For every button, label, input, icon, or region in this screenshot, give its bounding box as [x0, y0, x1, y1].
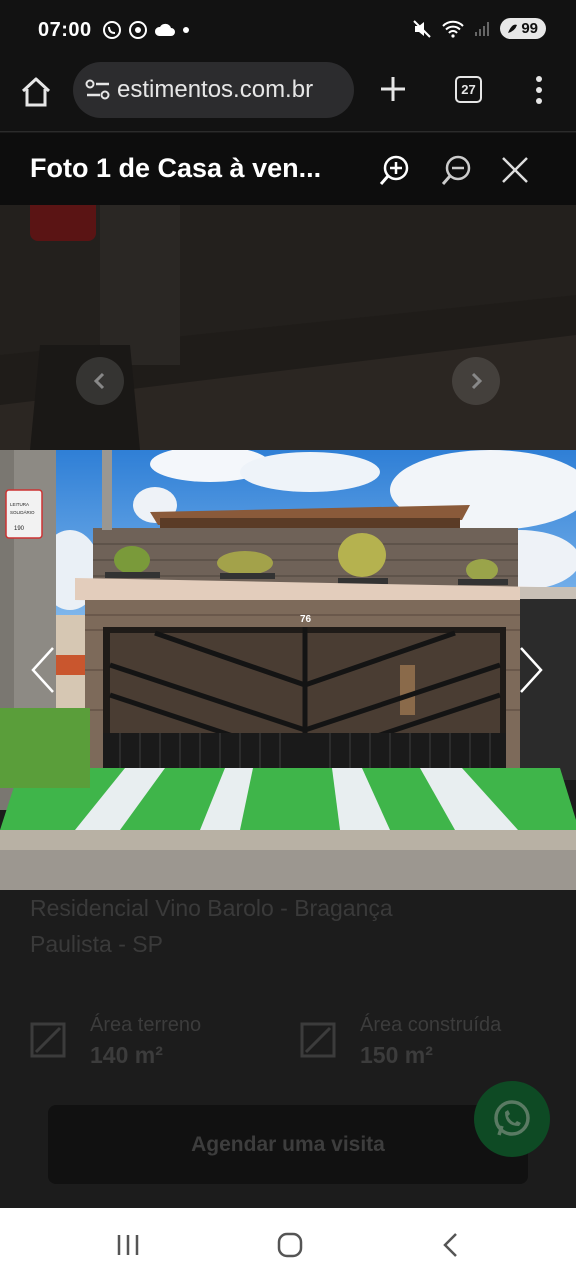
photo-prev-icon[interactable]	[28, 645, 58, 695]
wifi-icon	[442, 20, 465, 38]
photo-next-icon[interactable]	[516, 645, 546, 695]
gallery-badge	[30, 205, 96, 241]
schedule-visit-button[interactable]: Agendar uma visita	[48, 1105, 528, 1184]
whatsapp-notification-icon	[103, 21, 121, 39]
more-options-icon[interactable]	[527, 74, 551, 106]
dot-icon	[183, 27, 189, 33]
mute-icon	[413, 19, 432, 38]
schedule-visit-label: Agendar uma visita	[191, 1132, 385, 1156]
gallery-prev-button[interactable]	[76, 357, 124, 405]
zoom-out-icon[interactable]	[440, 153, 474, 187]
signal-icon	[475, 21, 490, 36]
chevron-right-icon	[471, 372, 483, 390]
zoom-in-icon[interactable]	[378, 153, 412, 187]
status-bar: 07:00 99	[0, 0, 576, 60]
home-icon[interactable]	[18, 74, 54, 110]
battery-saver-icon	[508, 24, 518, 33]
close-icon[interactable]	[500, 155, 530, 185]
tab-count: 27	[461, 82, 476, 97]
lightbox-header: Foto 1 de Casa à ven...	[0, 133, 576, 205]
gallery-next-button[interactable]	[452, 357, 500, 405]
lightbox-photo: 76 LEITURA SOLIDÁRIO 190	[0, 450, 576, 890]
area-icon	[300, 1022, 336, 1058]
feature-value: 150 m²	[360, 1042, 433, 1068]
chrome-notification-icon	[129, 21, 147, 39]
status-time: 07:00	[38, 19, 92, 41]
house-number: 76	[300, 614, 312, 625]
back-icon[interactable]	[436, 1230, 466, 1260]
listing-title: Residencial Vino Barolo - Bragança Pauli…	[30, 895, 393, 957]
chevron-left-icon	[93, 372, 105, 390]
home-nav-icon[interactable]	[275, 1230, 305, 1260]
feature-label: Área construída	[360, 1014, 502, 1036]
whatsapp-button[interactable]	[474, 1081, 550, 1157]
new-tab-icon[interactable]	[378, 74, 408, 104]
sign-text-line2: SOLIDÁRIO	[10, 509, 35, 515]
system-navigation-bar	[0, 1208, 576, 1280]
browser-toolbar: estimentos.com.br 27	[0, 60, 576, 132]
address-bar[interactable]: estimentos.com.br	[73, 62, 354, 118]
notification-icons	[102, 20, 190, 40]
feature-label: Área terreno	[90, 1014, 202, 1036]
site-settings-icon[interactable]	[85, 78, 111, 102]
sign-number: 190	[14, 526, 25, 532]
sign-text-line1: LEITURA	[10, 502, 29, 507]
cloud-icon	[154, 23, 175, 36]
system-icons: 99	[412, 18, 546, 39]
lightbox-title: Foto 1 de Casa à ven...	[30, 153, 322, 183]
house-photo: 76 LEITURA SOLIDÁRIO 190	[0, 450, 576, 890]
background-gallery-image	[0, 205, 576, 450]
feature-value: 140 m²	[90, 1042, 163, 1068]
recents-icon[interactable]	[113, 1230, 143, 1260]
whatsapp-icon	[494, 1100, 530, 1136]
battery-indicator: 99	[500, 18, 546, 39]
url-text: estimentos.com.br	[117, 76, 314, 103]
area-icon	[30, 1022, 66, 1058]
tab-switcher-button[interactable]: 27	[455, 76, 482, 103]
battery-level: 99	[521, 20, 538, 37]
